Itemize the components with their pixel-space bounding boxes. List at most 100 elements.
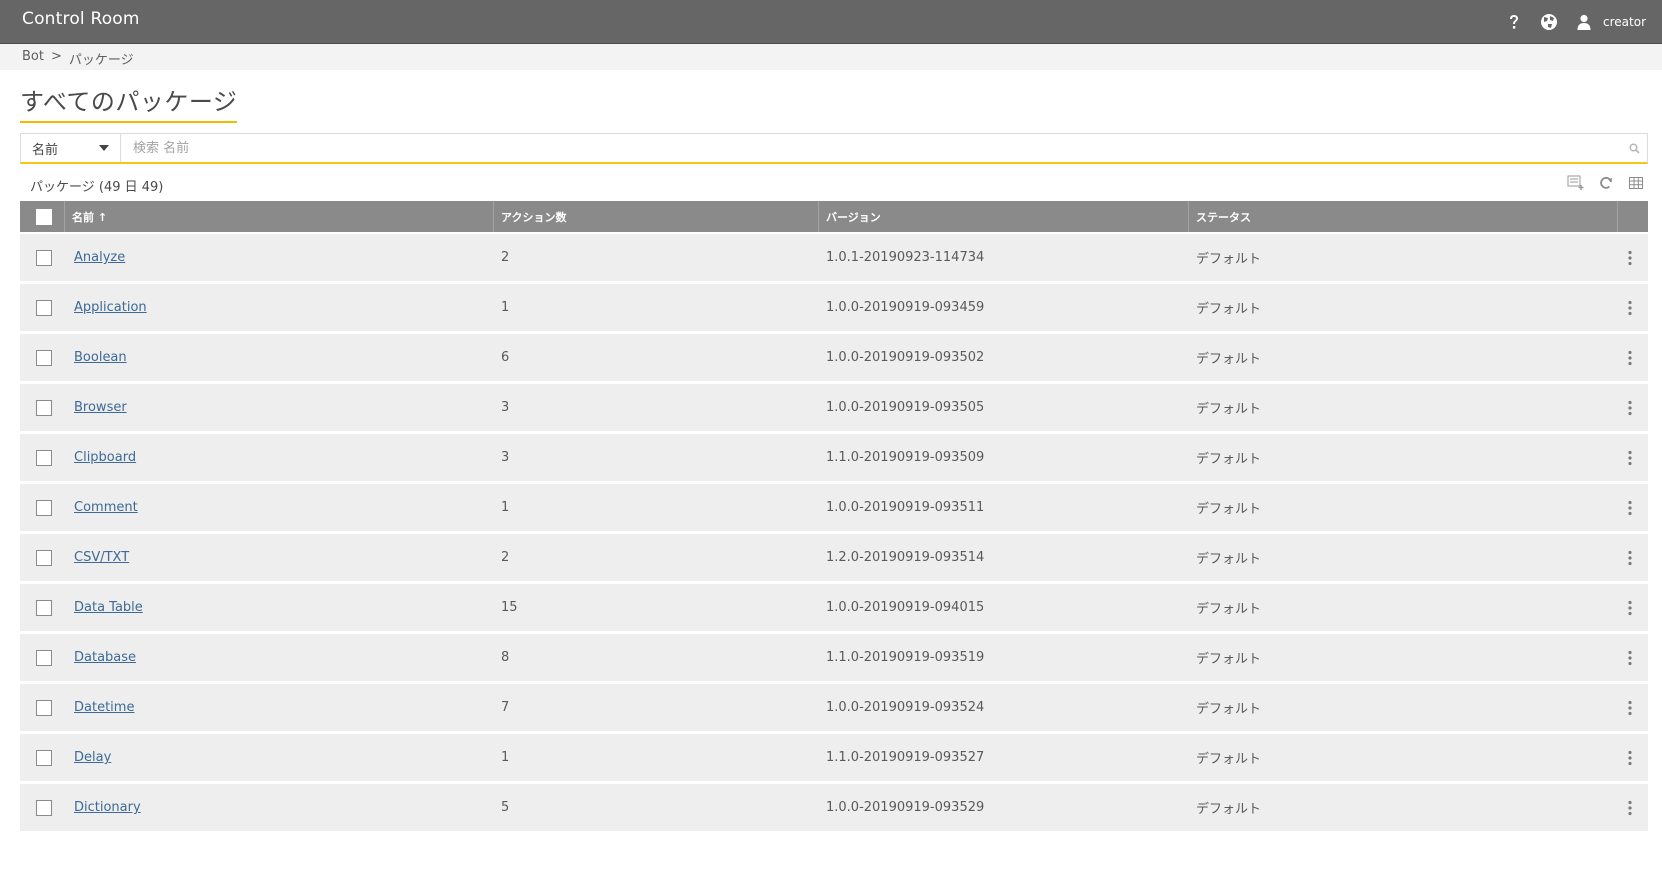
table-row: Dictionary 5 1.0.0-20190919-093529 デフォルト	[20, 784, 1648, 834]
table-row: Application 1 1.0.0-20190919-093459 デフォル…	[20, 284, 1648, 334]
row-version: 1.0.0-20190919-093505	[826, 400, 985, 415]
table-row: Analyze 2 1.0.1-20190923-114734 デフォルト	[20, 234, 1648, 284]
column-header-name[interactable]: 名前 ↑	[64, 201, 493, 232]
refresh-icon[interactable]	[1596, 174, 1616, 192]
row-menu-icon[interactable]	[1620, 684, 1640, 731]
row-checkbox-cell	[36, 534, 52, 581]
top-bar: Control Room creator	[0, 0, 1662, 44]
row-actions-count: 2	[501, 550, 510, 565]
row-checkbox-cell	[36, 384, 52, 431]
package-name-link[interactable]: Delay	[74, 750, 111, 765]
row-checkbox-cell	[36, 334, 52, 381]
row-menu-icon[interactable]	[1620, 384, 1640, 431]
row-name-cell: Data Table	[74, 584, 143, 631]
row-menu-icon[interactable]	[1620, 534, 1640, 581]
export-csv-icon[interactable]	[1566, 174, 1586, 192]
row-status: デフォルト	[1196, 502, 1262, 517]
column-header-status[interactable]: ステータス	[1188, 201, 1607, 232]
row-menu-icon[interactable]	[1620, 734, 1640, 781]
row-menu-icon[interactable]	[1620, 434, 1640, 481]
table-row: Clipboard 3 1.1.0-20190919-093509 デフォルト	[20, 434, 1648, 484]
chevron-down-icon	[99, 145, 109, 151]
row-menu-icon[interactable]	[1620, 584, 1640, 631]
package-name-link[interactable]: Clipboard	[74, 450, 136, 465]
row-checkbox[interactable]	[36, 299, 52, 316]
app-title: Control Room	[22, 9, 140, 29]
row-menu-icon[interactable]	[1620, 284, 1640, 331]
row-version: 1.1.0-20190919-093527	[826, 750, 985, 765]
row-actions-count: 1	[501, 500, 510, 515]
breadcrumb-bot-link[interactable]: Bot	[22, 49, 44, 68]
row-checkbox-cell	[36, 784, 52, 831]
row-checkbox[interactable]	[36, 649, 52, 666]
user-icon[interactable]	[1573, 11, 1595, 33]
row-name-cell: Application	[74, 284, 147, 331]
package-name-link[interactable]: Boolean	[74, 350, 127, 365]
row-actions-count: 1	[501, 750, 510, 765]
row-version: 1.2.0-20190919-093514	[826, 550, 985, 565]
row-actions-count: 15	[501, 600, 518, 615]
row-checkbox[interactable]	[36, 699, 52, 716]
package-name-link[interactable]: Datetime	[74, 700, 134, 715]
row-name-cell: Clipboard	[74, 434, 136, 481]
row-menu-icon[interactable]	[1620, 634, 1640, 681]
package-name-link[interactable]: Dictionary	[74, 800, 141, 815]
row-checkbox-cell	[36, 284, 52, 331]
row-checkbox[interactable]	[36, 599, 52, 616]
row-status: デフォルト	[1196, 552, 1262, 567]
row-menu-icon[interactable]	[1620, 484, 1640, 531]
select-all-cell	[36, 201, 52, 232]
help-icon[interactable]	[1503, 11, 1525, 33]
row-checkbox[interactable]	[36, 549, 52, 566]
row-status: デフォルト	[1196, 702, 1262, 717]
columns-icon[interactable]	[1626, 174, 1646, 192]
row-version: 1.0.0-20190919-093511	[826, 500, 985, 515]
row-status: デフォルト	[1196, 402, 1262, 417]
package-name-link[interactable]: CSV/TXT	[74, 550, 129, 565]
row-checkbox[interactable]	[36, 499, 52, 516]
table-row: Data Table 15 1.0.0-20190919-094015 デフォル…	[20, 584, 1648, 634]
row-checkbox-cell	[36, 734, 52, 781]
row-menu-icon[interactable]	[1620, 334, 1640, 381]
row-menu-icon[interactable]	[1620, 234, 1640, 281]
breadcrumb-separator: >	[50, 49, 62, 64]
row-checkbox[interactable]	[36, 449, 52, 466]
package-name-link[interactable]: Data Table	[74, 600, 143, 615]
row-actions-count: 7	[501, 700, 510, 715]
column-header-actions[interactable]: アクション数	[493, 201, 797, 232]
row-status: デフォルト	[1196, 252, 1262, 267]
row-checkbox[interactable]	[36, 749, 52, 766]
row-menu-icon[interactable]	[1620, 784, 1640, 831]
row-actions-count: 2	[501, 250, 510, 265]
search-input[interactable]	[121, 134, 1621, 162]
search-field-select[interactable]: 名前	[21, 134, 121, 162]
row-checkbox[interactable]	[36, 349, 52, 366]
row-status: デフォルト	[1196, 802, 1262, 817]
row-checkbox-cell	[36, 484, 52, 531]
row-status: デフォルト	[1196, 452, 1262, 467]
breadcrumb-bar: Bot > パッケージ	[0, 44, 1662, 70]
package-name-link[interactable]: Analyze	[74, 250, 125, 265]
row-checkbox[interactable]	[36, 249, 52, 266]
package-name-link[interactable]: Application	[74, 300, 147, 315]
globe-icon[interactable]	[1538, 11, 1560, 33]
row-status: デフォルト	[1196, 352, 1262, 367]
table-row: Delay 1 1.1.0-20190919-093527 デフォルト	[20, 734, 1648, 784]
package-name-link[interactable]: Database	[74, 650, 136, 665]
page-title: すべてのパッケージ	[20, 82, 238, 123]
row-status: デフォルト	[1196, 652, 1262, 667]
row-checkbox-cell	[36, 684, 52, 731]
row-checkbox[interactable]	[36, 799, 52, 816]
user-name[interactable]: creator	[1603, 15, 1646, 29]
select-all-checkbox[interactable]	[36, 208, 52, 225]
row-name-cell: Analyze	[74, 234, 125, 281]
breadcrumb: Bot > パッケージ	[22, 49, 134, 68]
search-field-value: 名前	[32, 142, 59, 158]
row-checkbox[interactable]	[36, 399, 52, 416]
package-name-link[interactable]: Comment	[74, 500, 138, 515]
row-name-cell: Boolean	[74, 334, 127, 381]
package-count: パッケージ (49 日 49)	[30, 180, 164, 195]
package-name-link[interactable]: Browser	[74, 400, 127, 415]
search-icon[interactable]	[1621, 134, 1647, 162]
column-header-version[interactable]: バージョン	[818, 201, 1188, 232]
